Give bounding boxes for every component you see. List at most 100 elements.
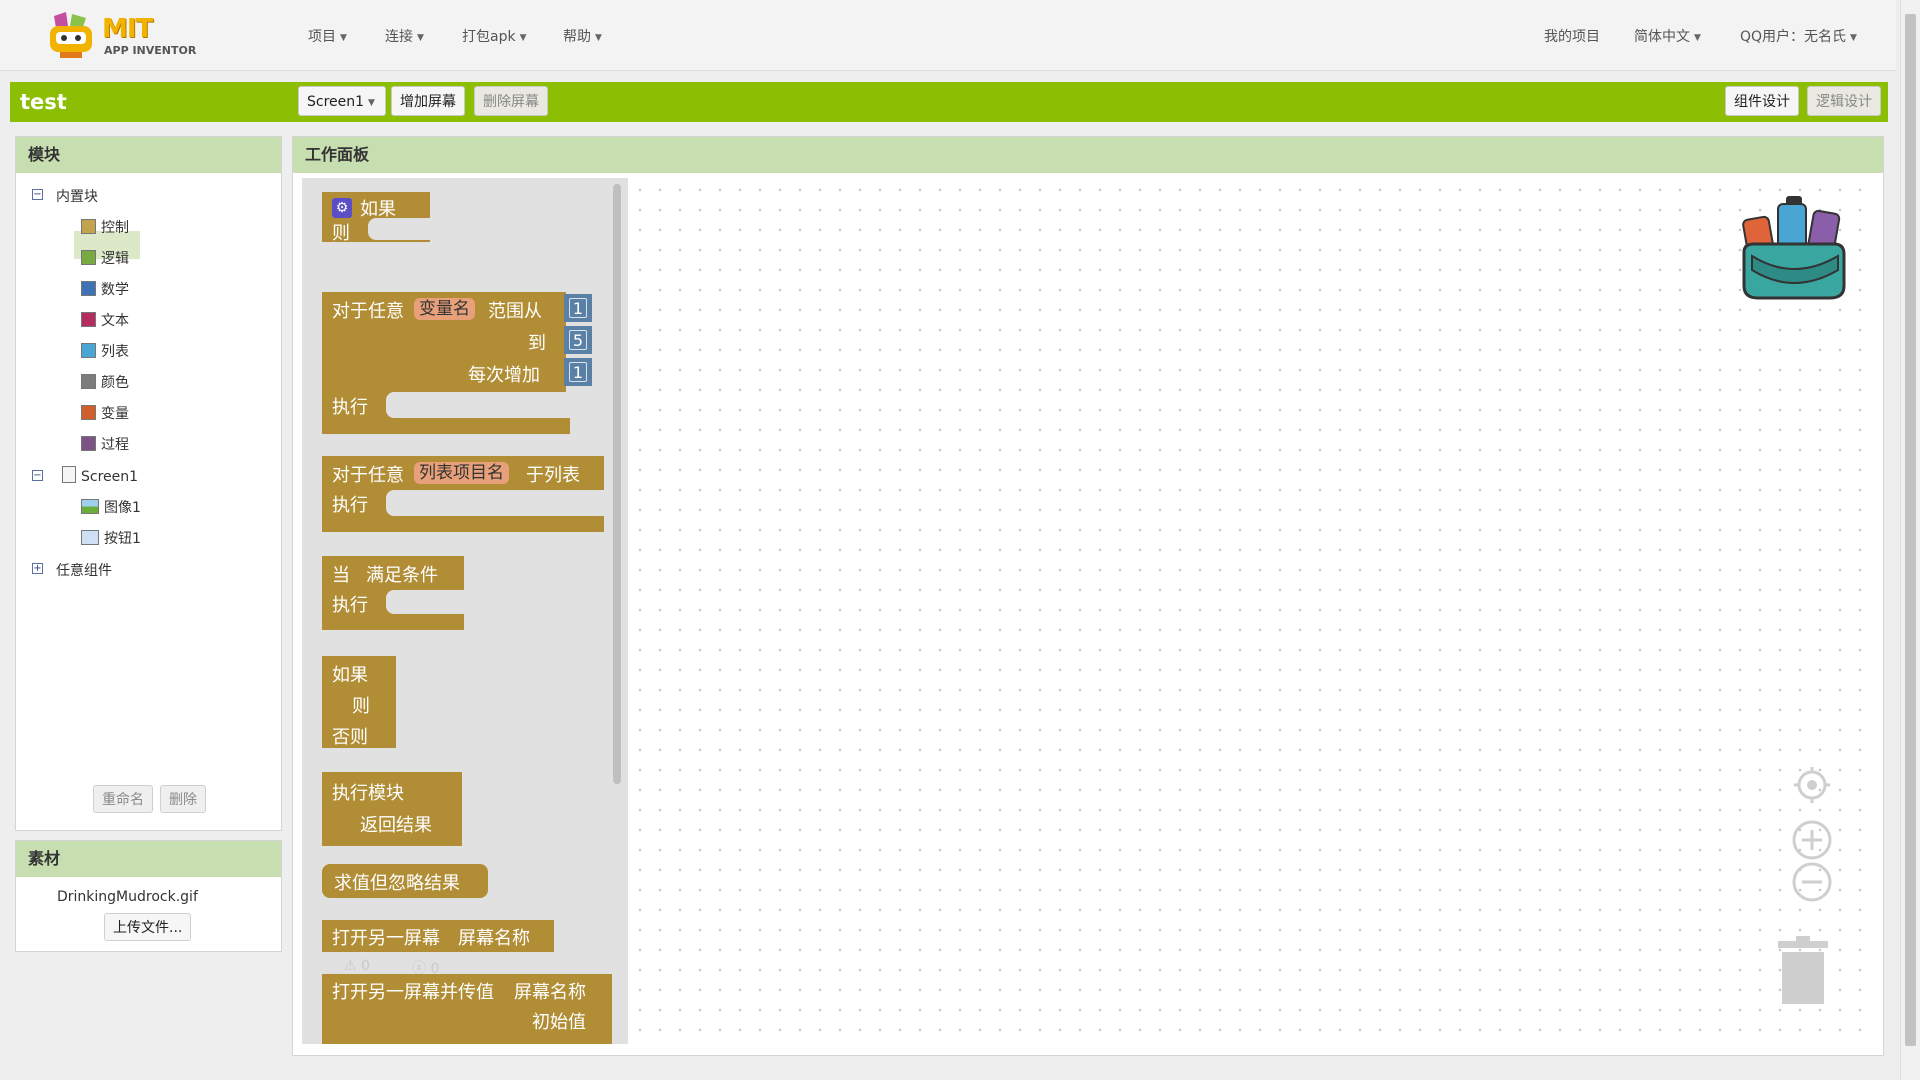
caret-down-icon: ▼ (1694, 33, 1701, 43)
backpack-icon[interactable] (1738, 194, 1850, 302)
block-if-expression[interactable]: 如果 则 否则 (322, 656, 396, 748)
workspace-title: 工作面板 (293, 137, 1883, 173)
caret-down-icon: ▼ (1850, 33, 1857, 43)
page-scrollbar-thumb[interactable] (1905, 14, 1916, 1046)
block-eval-ignore[interactable]: 求值但忽略结果 (322, 864, 488, 898)
tree-item-control[interactable]: 控制 (81, 217, 129, 237)
menu-build-apk[interactable]: 打包apk ▼ (462, 26, 527, 46)
trash-icon[interactable] (1776, 936, 1830, 1006)
number-block[interactable]: 1 (564, 294, 592, 322)
page-scrollbar[interactable] (1900, 0, 1920, 1080)
tree-item-logic[interactable]: 逻辑 (81, 248, 129, 268)
number-block[interactable]: 1 (564, 358, 592, 386)
tree-item-label: 颜色 (101, 375, 129, 391)
if-expr-else: 否则 (332, 727, 368, 748)
open-screen-value-label: 打开另一屏幕并传值 (332, 982, 494, 1003)
tree-item-label: 控制 (101, 220, 129, 236)
block-for-each-list[interactable]: 对于任意 列表项目名 于列表 执行 (322, 456, 604, 532)
delete-button[interactable]: 删除 (160, 785, 206, 813)
statement-slot (386, 590, 464, 614)
for-range-do: 执行 (332, 397, 368, 418)
block-controls-if[interactable]: ⚙ 如果 则 (322, 192, 430, 244)
statement-slot (386, 392, 570, 418)
my-projects-label: 我的项目 (1544, 29, 1600, 45)
if-expr-then: 则 (352, 696, 370, 717)
tree-item-text[interactable]: 文本 (81, 310, 129, 330)
language-menu[interactable]: 简体中文 ▼ (1634, 26, 1701, 46)
warning-indicator[interactable]: ⚠ 0 (344, 958, 370, 974)
block-do-return[interactable]: 执行模块 返回结果 (322, 772, 462, 846)
upload-file-button[interactable]: 上传文件... (104, 913, 192, 941)
for-range-var[interactable]: 变量名 (414, 298, 475, 320)
block-open-screen[interactable]: 打开另一屏幕 屏幕名称 (322, 920, 554, 952)
menu-project-label: 项目 (308, 29, 336, 45)
screen-select[interactable]: Screen1 ▼ (298, 86, 386, 116)
tree-item-label: 文本 (101, 313, 129, 329)
menu-connect[interactable]: 连接 ▼ (385, 26, 424, 46)
block-while[interactable]: 当 满足条件 执行 (322, 556, 464, 630)
collapse-icon[interactable]: − (32, 189, 43, 200)
block-for-range[interactable]: 对于任意 变量名 范围从 到 每次增加 执行 (322, 292, 570, 434)
math-swatch-icon (81, 281, 96, 296)
procedures-swatch-icon (81, 436, 96, 451)
recenter-icon[interactable] (1794, 767, 1830, 803)
statement-slot (368, 218, 430, 240)
logo-mit-text: MIT (102, 14, 153, 44)
caret-down-icon: ▼ (340, 33, 347, 43)
lists-swatch-icon (81, 343, 96, 358)
zoom-out-icon[interactable] (1792, 862, 1832, 902)
media-panel-title: 素材 (16, 841, 281, 877)
blocks-canvas[interactable] (628, 178, 1874, 1044)
tree-item-variables[interactable]: 变量 (81, 403, 129, 423)
mutator-gear-icon[interactable]: ⚙ (332, 198, 352, 218)
menu-help[interactable]: 帮助 ▼ (563, 26, 602, 46)
tree-item-label: 逻辑 (101, 251, 129, 267)
number-block[interactable]: 5 (564, 326, 592, 354)
while-cond: 满足条件 (366, 565, 438, 586)
my-projects-link[interactable]: 我的项目 (1544, 26, 1600, 46)
media-file[interactable]: DrinkingMudrock.gif (57, 889, 198, 905)
caret-down-icon: ▼ (417, 33, 424, 43)
variables-swatch-icon (81, 405, 96, 420)
for-list-var[interactable]: 列表项目名 (414, 462, 509, 484)
add-screen-button[interactable]: 增加屏幕 (391, 86, 465, 116)
tree-item-procedures[interactable]: 过程 (81, 434, 129, 454)
flyout-scrollbar[interactable] (613, 184, 621, 784)
expand-icon[interactable]: + (32, 563, 43, 574)
menu-help-label: 帮助 (563, 29, 591, 45)
open-screen-name: 屏幕名称 (458, 928, 530, 949)
do-return-result: 返回结果 (360, 815, 432, 836)
app-inventor-logo[interactable]: MIT APP INVENTOR (42, 12, 202, 60)
user-menu[interactable]: QQ用户：无名氏 ▼ (1740, 26, 1857, 46)
caret-down-icon: ▼ (519, 33, 527, 43)
for-range-head: 对于任意 (332, 301, 404, 322)
tree-item-math[interactable]: 数学 (81, 279, 129, 299)
menu-project[interactable]: 项目 ▼ (308, 26, 347, 46)
zoom-in-icon[interactable] (1792, 820, 1832, 860)
blocks-flyout: ⚙ 如果 则 对于任意 变量名 范围从 到 每次增加 执行 1 5 1 对于任意… (302, 178, 628, 1044)
tree-item-lists[interactable]: 列表 (81, 341, 129, 361)
number-value: 1 (569, 362, 587, 382)
remove-screen-button[interactable]: 删除屏幕 (474, 86, 548, 116)
user-label: QQ用户：无名氏 (1740, 29, 1847, 45)
designer-button[interactable]: 组件设计 (1725, 86, 1799, 116)
collapse-icon[interactable]: − (32, 470, 43, 481)
block-then-label: 则 (332, 223, 350, 244)
tree-builtin[interactable]: 内置块 (56, 186, 98, 206)
for-list-do: 执行 (332, 495, 368, 516)
tree-item-colors[interactable]: 颜色 (81, 372, 129, 392)
blocks-panel-title: 模块 (16, 137, 281, 173)
tree-any-component[interactable]: 任意组件 (56, 560, 112, 580)
blocks-editor-button[interactable]: 逻辑设计 (1807, 86, 1881, 116)
block-open-screen-with-value[interactable]: 打开另一屏幕并传值 屏幕名称 初始值 (322, 974, 612, 1044)
top-navbar: MIT APP INVENTOR 项目 ▼ 连接 ▼ 打包apk ▼ 帮助 ▼ 我的项目… (0, 0, 1896, 71)
screen-select-value: Screen1 (307, 94, 365, 110)
do-return-do: 执行模块 (332, 783, 404, 804)
tree-screen-label: Screen1 (81, 469, 139, 485)
tree-screen1[interactable]: Screen1 (62, 466, 138, 485)
tree-component-label: 图像1 (104, 500, 141, 516)
rename-button[interactable]: 重命名 (93, 785, 153, 813)
number-value: 1 (569, 298, 587, 318)
tree-component-button1[interactable]: 按钮1 (81, 528, 141, 548)
tree-component-image1[interactable]: 图像1 (81, 497, 141, 517)
